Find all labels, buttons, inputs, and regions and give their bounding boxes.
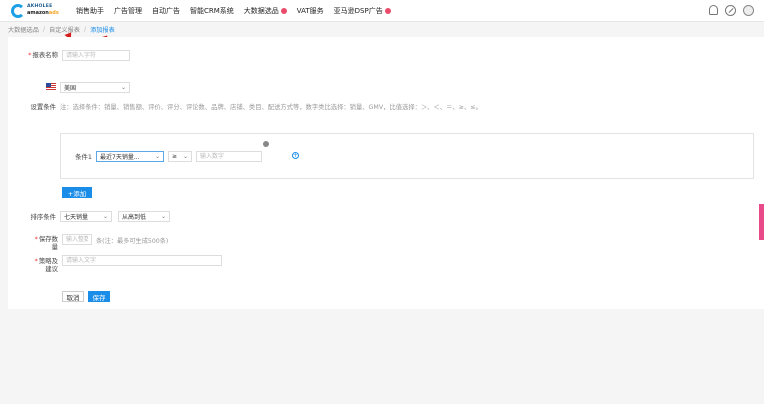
breadcrumb-separator: / xyxy=(42,26,46,33)
count-input[interactable] xyxy=(62,234,92,245)
strategy-input[interactable] xyxy=(62,255,222,266)
report-form-card: *报表名称 美国⌄ 设置条件 注：选择条件：销量、销售额、评价、评分、评论数、品… xyxy=(8,37,764,309)
logo-text: AKHOLEE xyxy=(27,4,53,9)
chevron-down-icon: ⌄ xyxy=(102,213,108,220)
condition-box xyxy=(60,133,754,179)
main-nav: 销售助手 广告管理 自动广告 智能CRM系统 大数据选品 VAT服务 亚马逊DS… xyxy=(76,0,401,22)
nav-item-auto-ads[interactable]: 自动广告 xyxy=(152,6,180,16)
breadcrumb: 大数据选品 / 自定义报表 / 添加报表 xyxy=(0,23,764,36)
hot-badge-icon xyxy=(384,8,391,14)
nav-item-sales-assistant[interactable]: 销售助手 xyxy=(76,6,104,16)
sort-label: 排序条件 xyxy=(30,213,56,221)
avatar[interactable] xyxy=(743,5,754,16)
breadcrumb-item-big-data[interactable]: 大数据选品 xyxy=(8,25,39,34)
chevron-down-icon: ⌄ xyxy=(160,213,166,220)
logo-mark-icon xyxy=(11,4,25,18)
nav-item-ad-management[interactable]: 广告管理 xyxy=(114,6,142,16)
sort-order-select[interactable]: 从高到低 ⌄ xyxy=(118,211,170,222)
cancel-button[interactable]: 取消 xyxy=(62,291,84,302)
country-select[interactable]: 美国 ⌄ xyxy=(60,82,130,93)
breadcrumb-separator: / xyxy=(83,26,87,33)
settings-dot-icon[interactable] xyxy=(263,141,269,147)
chevron-down-icon: ⌄ xyxy=(120,84,126,91)
count-label: *保存数量 xyxy=(34,235,58,251)
hot-badge-icon xyxy=(280,8,287,14)
compass-icon[interactable] xyxy=(725,5,736,16)
add-condition-button[interactable]: +添加 xyxy=(62,187,92,198)
conditions-label: 设置条件 xyxy=(30,103,56,111)
conditions-note: 注：选择条件：销量、销售额、评价、评分、评论数、品牌、店铺、类目、配送方式等，数… xyxy=(60,104,482,111)
bell-icon[interactable] xyxy=(709,5,718,15)
report-name-input[interactable] xyxy=(62,50,130,61)
nav-item-vat[interactable]: VAT服务 xyxy=(297,6,324,16)
nav-item-crm[interactable]: 智能CRM系统 xyxy=(190,6,234,16)
header-actions xyxy=(709,5,754,16)
chevron-down-icon: ⌄ xyxy=(182,153,188,160)
breadcrumb-item-add-report: 添加报表 xyxy=(90,27,115,34)
count-hint: 条(注：最多可生成500条) xyxy=(96,238,169,245)
logo-subtext: amazonads xyxy=(27,10,59,16)
app-logo[interactable]: AKHOLEE amazonads xyxy=(11,3,71,19)
save-button[interactable]: 保存 xyxy=(88,291,110,302)
nav-item-big-data[interactable]: 大数据选品 xyxy=(244,6,287,16)
condition-1-operator-select[interactable]: ≥ ⌄ xyxy=(168,151,192,162)
condition-1-field-select[interactable]: 最近7天销量... ⌄ xyxy=(96,151,164,162)
top-navigation-bar: AKHOLEE amazonads 销售助手 广告管理 自动广告 智能CRM系统… xyxy=(0,0,764,22)
us-flag-icon xyxy=(46,83,56,90)
chevron-down-icon: ⌄ xyxy=(154,153,160,160)
condition-1-label: 条件1 xyxy=(75,153,92,161)
add-condition-icon[interactable]: + xyxy=(292,152,299,159)
sort-field-select[interactable]: 七天销量 ⌄ xyxy=(60,211,112,222)
condition-1-value-input[interactable] xyxy=(196,151,262,162)
nav-item-dsp[interactable]: 亚马逊DSP广告 xyxy=(334,6,391,16)
strategy-label: *策略及建议 xyxy=(34,257,58,273)
report-name-label: *报表名称 xyxy=(28,51,58,59)
side-feedback-tab[interactable] xyxy=(759,204,764,240)
